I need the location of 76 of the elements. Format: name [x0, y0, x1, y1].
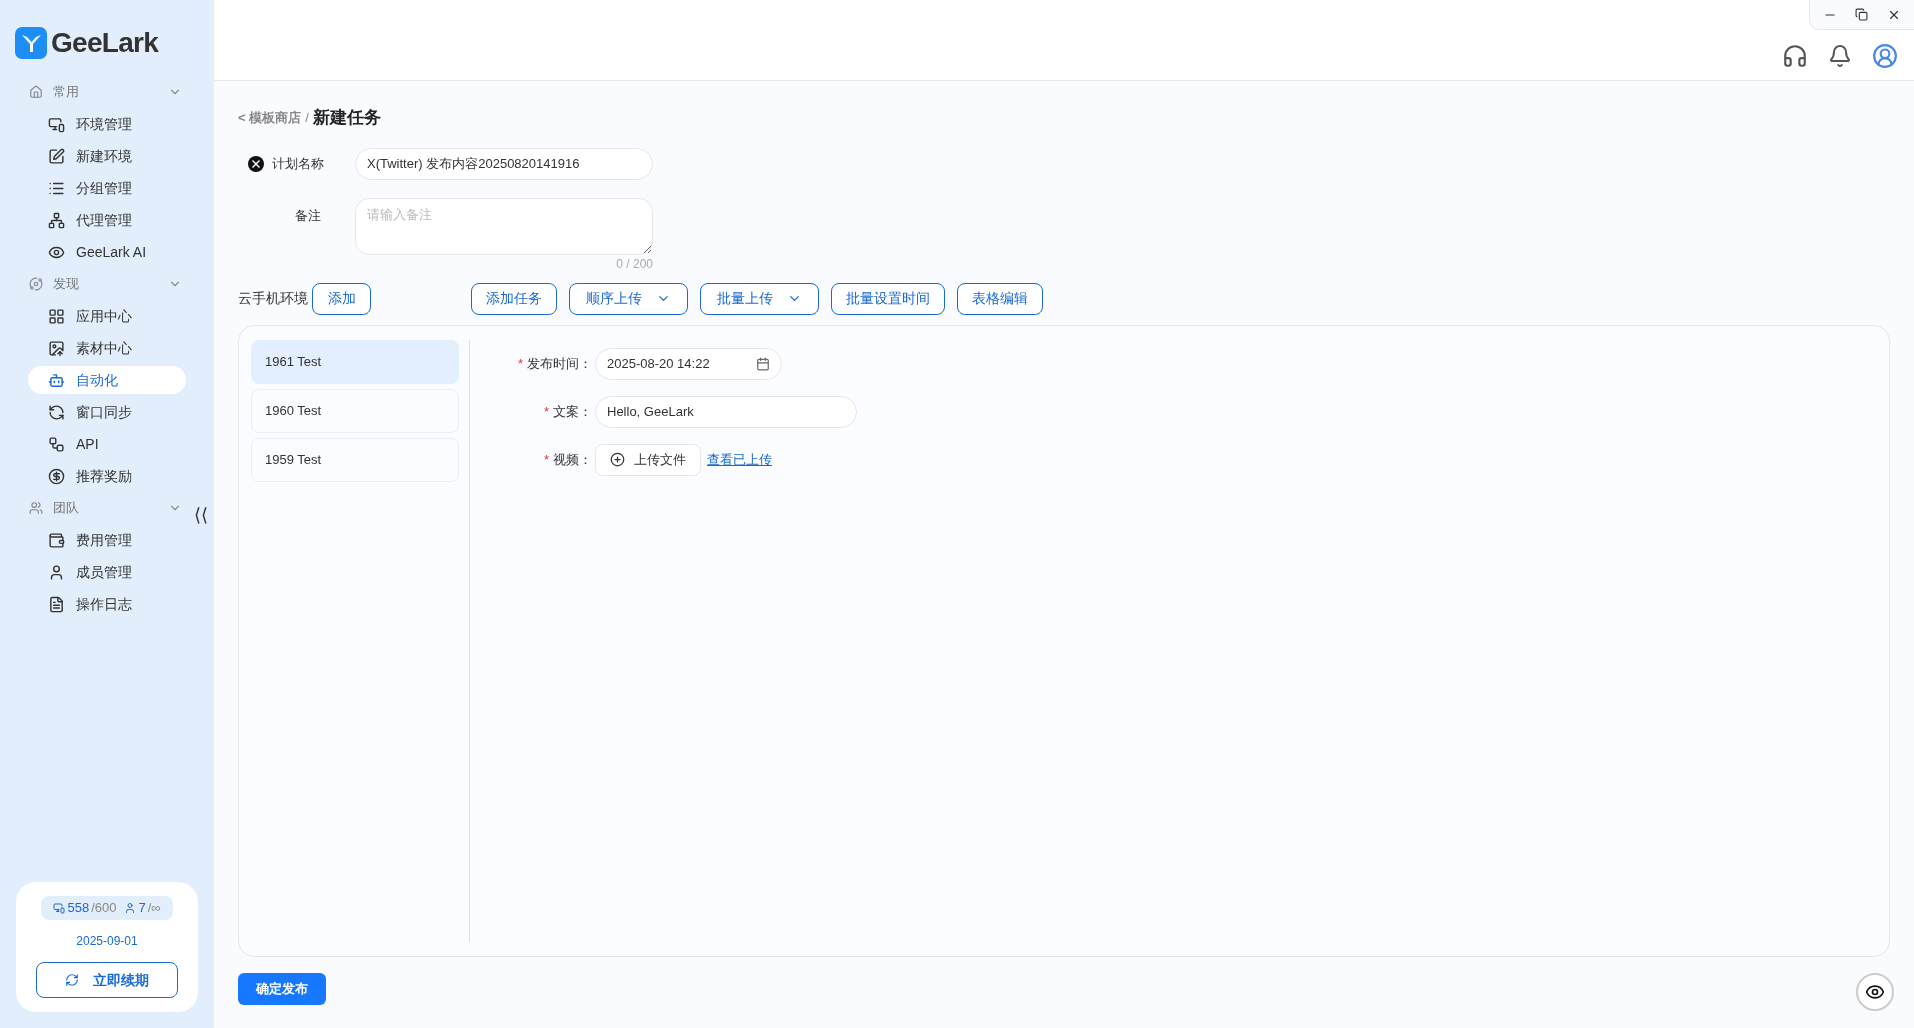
robot-icon	[48, 371, 65, 389]
member-count: 7/∞	[124, 898, 161, 918]
toolbar-button[interactable]: 添加	[312, 282, 371, 315]
dollar-icon	[48, 467, 65, 485]
bell-icon[interactable]	[1828, 44, 1852, 68]
section-title: 发现	[53, 275, 80, 294]
sync-icon	[48, 403, 65, 421]
section-header[interactable]: 发现	[29, 268, 182, 300]
field-label: 备注	[294, 206, 322, 225]
field-label: 计划名称	[272, 154, 325, 173]
toolbar-button[interactable]: 批量设置时间	[831, 282, 945, 315]
section-header[interactable]: 团队	[29, 492, 182, 524]
devices-icon	[48, 115, 65, 133]
view-uploaded-link[interactable]: 查看已上传	[707, 449, 772, 470]
sidebar-item[interactable]: 素材中心	[28, 334, 186, 362]
assistant-button[interactable]	[1856, 972, 1894, 1011]
breadcrumb-separator: /	[305, 109, 309, 127]
log-icon	[48, 595, 65, 613]
device-count: 558/600	[53, 898, 117, 918]
toolbar-button[interactable]: 顺序上传	[569, 282, 688, 315]
grid-icon	[48, 307, 65, 325]
field-label: * 视频：	[542, 450, 593, 469]
toolbar-button[interactable]: 批量上传	[700, 282, 819, 315]
sidebar-item[interactable]: 窗口同步	[28, 398, 186, 426]
sidebar-item[interactable]: 分组管理	[28, 174, 186, 202]
sidebar-item[interactable]: 环境管理	[28, 110, 186, 138]
toolbar-button[interactable]: 表格编辑	[957, 282, 1043, 315]
sidebar-item[interactable]: API	[28, 430, 186, 458]
section-title: 团队	[53, 499, 80, 518]
calendar-icon	[756, 356, 770, 371]
sidebar-item[interactable]: 应用中心	[28, 302, 186, 330]
sidebar-item[interactable]: 推荐奖励	[28, 462, 186, 490]
network-icon	[48, 211, 65, 229]
environment-item[interactable]: 1959 Test	[251, 437, 459, 482]
wallet-icon	[48, 531, 65, 549]
home-icon	[29, 85, 43, 99]
upload-button[interactable]: 上传文件	[595, 443, 701, 476]
datetime-field[interactable]: 2025-08-20 14:22	[595, 347, 782, 380]
sidebar-item[interactable]: 操作日志	[28, 590, 186, 618]
refresh-icon	[65, 973, 79, 987]
planet-icon	[29, 277, 43, 291]
edit-icon	[48, 147, 65, 165]
sidebar-item[interactable]: 新建环境	[28, 142, 186, 170]
field-label: * 发布时间：	[516, 354, 593, 373]
caption-field[interactable]: Hello, GeeLark	[595, 395, 857, 428]
sidebar-item[interactable]: 自动化	[28, 366, 186, 394]
field-label: * 文案：	[542, 402, 593, 421]
user-icon	[48, 563, 65, 581]
brand-name: GeeLark	[51, 26, 159, 60]
restore-icon[interactable]	[1855, 8, 1869, 21]
section-header[interactable]: 常用	[29, 76, 182, 108]
user-icon	[124, 902, 137, 914]
users-icon	[29, 501, 43, 515]
section-title: 常用	[53, 83, 80, 102]
sidebar-item[interactable]: 费用管理	[28, 526, 186, 554]
page-title: 新建任务	[312, 107, 381, 129]
character-counter: 0 / 200	[616, 255, 653, 273]
environment-item[interactable]: 1960 Test	[251, 388, 459, 433]
note-field[interactable]: 请输入备注	[355, 197, 653, 255]
environment-label: 云手机环境	[238, 289, 308, 308]
collapse-button[interactable]: ⟨⟨	[194, 502, 208, 529]
expiry-date: 2025-09-01	[76, 933, 138, 950]
sidebar-item[interactable]: 代理管理	[28, 206, 186, 234]
sidebar-item[interactable]: 成员管理	[28, 558, 186, 586]
devices-icon	[53, 902, 66, 914]
avatar-icon[interactable]	[1872, 43, 1898, 69]
plan-name-field[interactable]: X(Twitter) 发布内容20250820141916	[355, 147, 653, 180]
support-icon[interactable]	[1782, 43, 1808, 69]
plus-icon	[610, 452, 625, 467]
renew-button[interactable]: 立即续期	[36, 962, 178, 998]
sidebar-item[interactable]: GeeLark AI	[28, 238, 186, 266]
x-logo-icon	[248, 155, 264, 172]
toolbar-button[interactable]: 添加任务	[471, 282, 557, 315]
environment-item[interactable]: 1961 Test	[251, 339, 459, 384]
publish-button[interactable]: 确定发布	[238, 972, 326, 1005]
image-icon	[48, 339, 65, 357]
